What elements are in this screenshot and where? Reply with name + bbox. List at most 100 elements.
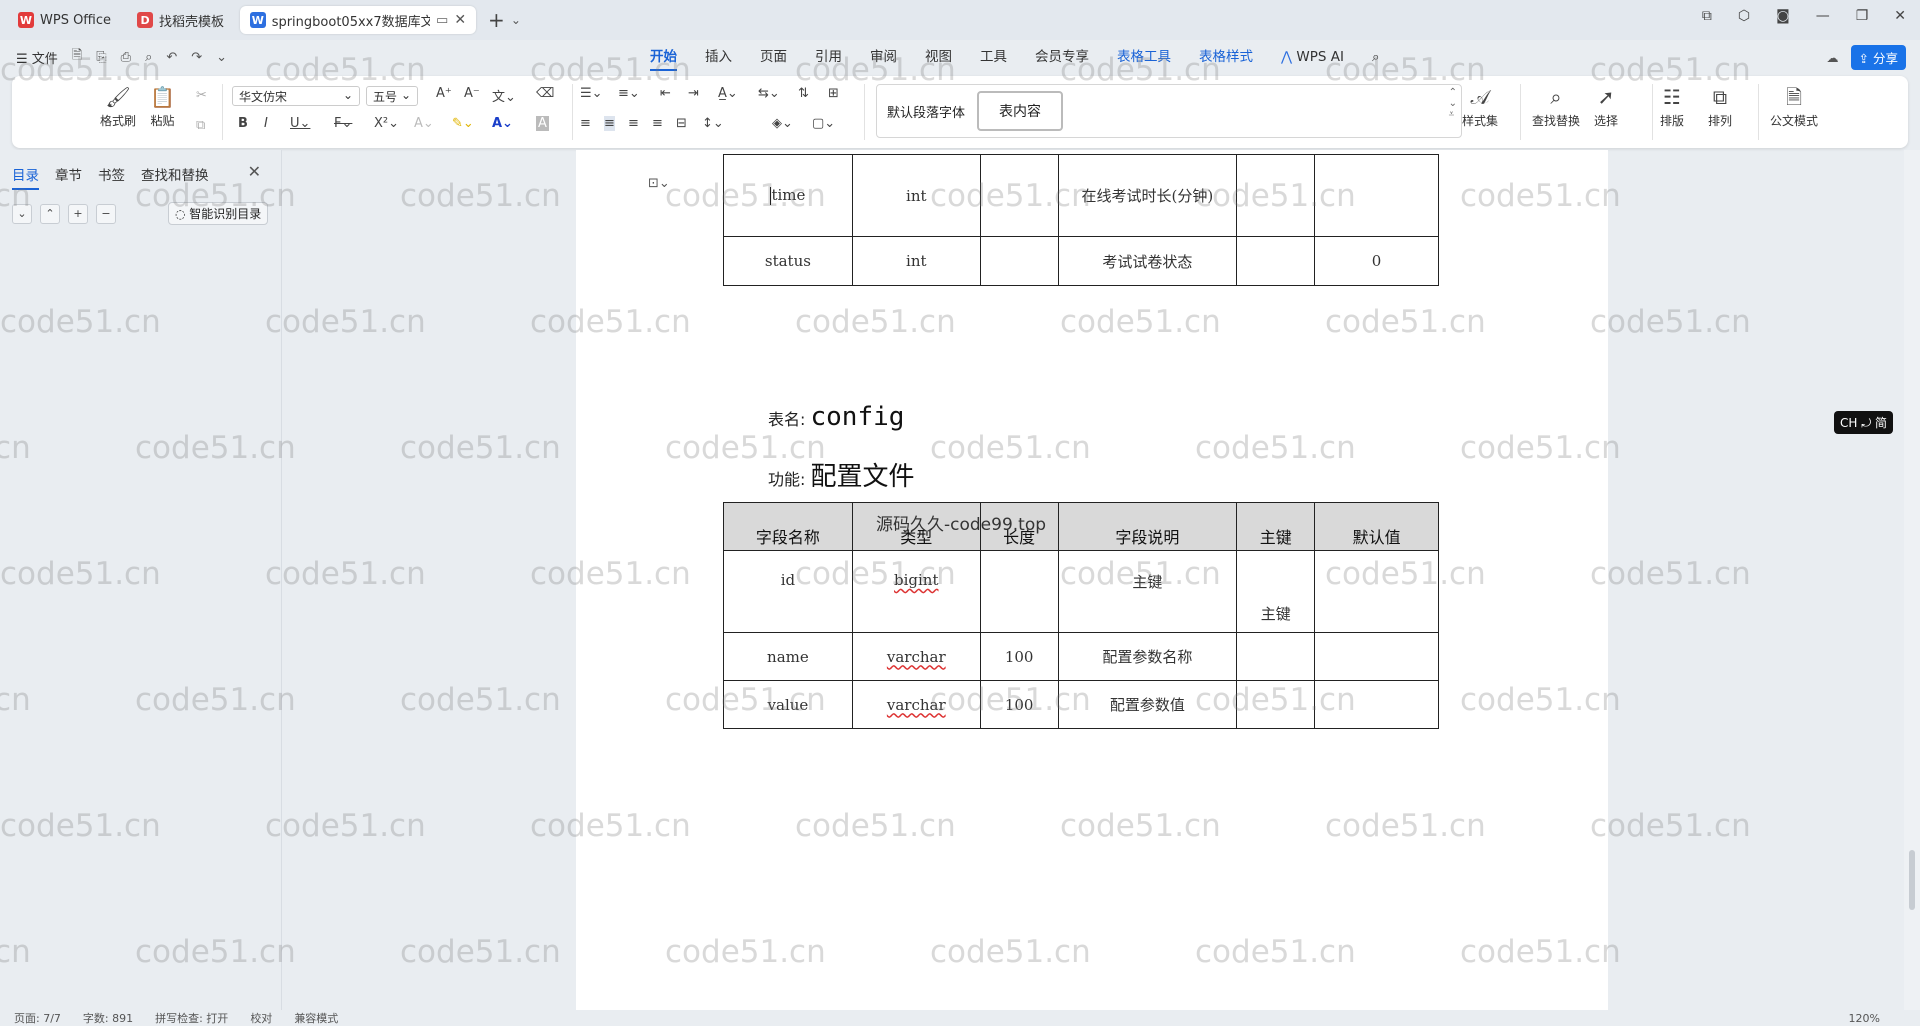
print-preview-icon[interactable]: ⌕: [145, 50, 152, 65]
table-cell[interactable]: [1314, 154, 1439, 237]
border-icon[interactable]: ▢⌄: [812, 116, 835, 131]
align-left-icon[interactable]: ≡: [580, 116, 591, 131]
paste-button[interactable]: 📋 粘贴: [150, 82, 175, 129]
minimize-icon[interactable]: —: [1816, 8, 1830, 24]
table-cell[interactable]: bigint: [851, 550, 981, 633]
tab-review[interactable]: 审阅: [856, 40, 911, 74]
italic-icon[interactable]: I: [264, 116, 268, 131]
table-cell[interactable]: 在线考试时长(分钟): [1057, 154, 1238, 237]
show-marks-icon[interactable]: ⊞: [828, 86, 839, 101]
select-button[interactable]: ➚ 选择: [1594, 82, 1618, 129]
gallery-scroll-icon[interactable]: ⌃ ⌄ ⩡: [1449, 87, 1457, 120]
sort-swap-icon[interactable]: ⇆⌄: [758, 86, 780, 101]
table-cell[interactable]: [1236, 154, 1316, 237]
column-header[interactable]: 默认值: [1314, 502, 1439, 551]
table-cell[interactable]: status: [723, 236, 853, 286]
superscript-icon[interactable]: X²⌄: [374, 116, 399, 131]
tab-member[interactable]: 会员专享: [1021, 40, 1103, 74]
table-cell[interactable]: [979, 236, 1059, 286]
table-cell[interactable]: [979, 154, 1059, 237]
table-cell[interactable]: 考试试卷状态: [1057, 236, 1238, 286]
shrink-font-icon[interactable]: A⁻: [464, 86, 480, 101]
sort-icon[interactable]: ⇅: [798, 86, 809, 101]
word-count[interactable]: 字数: 891: [83, 1010, 133, 1026]
table-cell[interactable]: 配置参数名称: [1057, 632, 1238, 681]
tab-chapter[interactable]: 章节: [55, 164, 82, 190]
column-header[interactable]: 主键: [1236, 502, 1316, 551]
restore-view-icon[interactable]: ⧉: [1702, 8, 1712, 24]
cut-icon[interactable]: ✂: [196, 88, 207, 103]
table-cell[interactable]: [1236, 632, 1316, 681]
table-cell[interactable]: 主键: [1236, 550, 1316, 633]
align-right-icon[interactable]: ≡: [628, 116, 639, 131]
text-direction-icon[interactable]: A̲⌄: [718, 86, 738, 101]
remove-icon[interactable]: −: [96, 203, 116, 224]
table-cell[interactable]: [1314, 680, 1439, 729]
ime-indicator[interactable]: CH ⤾ 简: [1834, 411, 1894, 434]
table-move-handle-icon[interactable]: ⊡⌄: [648, 176, 670, 191]
maximize-icon[interactable]: ❐: [1856, 8, 1869, 24]
column-header[interactable]: 字段名称: [723, 502, 853, 551]
distributed-icon[interactable]: ⊟: [676, 116, 687, 131]
char-shading-icon[interactable]: A: [536, 116, 549, 131]
tab-wps-office[interactable]: W WPS Office: [8, 6, 121, 34]
table-cell[interactable]: time: [723, 154, 853, 237]
quick-access-chevron-icon[interactable]: ⌄: [216, 50, 227, 65]
tab-template[interactable]: D 找稻壳模板: [127, 6, 234, 34]
file-menu[interactable]: ☰ 文件: [16, 48, 58, 67]
table-cell[interactable]: 100: [979, 632, 1059, 681]
tab-start[interactable]: 开始: [636, 40, 691, 74]
collapse-icon[interactable]: ⌄: [12, 203, 32, 224]
close-panel-icon[interactable]: ✕: [248, 162, 261, 181]
table-cell[interactable]: [1314, 550, 1439, 633]
table-cell[interactable]: [1236, 236, 1316, 286]
proofread-status[interactable]: 校对: [250, 1010, 272, 1026]
table-cell[interactable]: int: [851, 154, 981, 237]
tab-document[interactable]: W springboot05xx7数据库文 ▭ ✕: [240, 6, 477, 34]
chevron-down-icon[interactable]: ⌄: [511, 13, 521, 27]
find-replace-button[interactable]: ⌕ 查找替换: [1532, 82, 1580, 129]
zoom-level[interactable]: 120%: [1849, 1012, 1880, 1025]
column-header[interactable]: 字段说明: [1057, 502, 1238, 551]
shading-icon[interactable]: ◈⌄: [772, 116, 793, 131]
tab-table-tools[interactable]: 表格工具: [1103, 40, 1185, 74]
close-window-icon[interactable]: ✕: [1894, 8, 1906, 24]
grow-font-icon[interactable]: A⁺: [436, 86, 452, 101]
table-cell[interactable]: id: [723, 550, 853, 633]
bullet-list-icon[interactable]: ☰⌄: [580, 86, 603, 101]
close-tab-icon[interactable]: ✕: [454, 12, 466, 28]
highlight-icon[interactable]: ✎⌄: [452, 116, 474, 131]
redo-icon[interactable]: ↷: [191, 50, 202, 65]
clear-format-icon[interactable]: ⌫: [536, 86, 554, 101]
font-family-select[interactable]: 华文仿宋 ⌄: [232, 86, 360, 106]
official-doc-mode-button[interactable]: 🗎 公文模式: [1770, 82, 1818, 129]
copy-icon[interactable]: ⧉: [196, 118, 205, 133]
tab-reference[interactable]: 引用: [801, 40, 856, 74]
tab-view[interactable]: 视图: [911, 40, 966, 74]
table-cell[interactable]: varchar: [851, 632, 981, 681]
increase-indent-icon[interactable]: ⇥: [688, 86, 699, 101]
strikethrough-icon[interactable]: F⌄: [334, 116, 352, 131]
decrease-indent-icon[interactable]: ⇤: [660, 86, 671, 101]
tab-table-style[interactable]: 表格样式: [1185, 40, 1267, 74]
bold-icon[interactable]: B: [238, 116, 248, 131]
cube-icon[interactable]: ⬡: [1738, 8, 1750, 24]
new-tab-button[interactable]: +: [488, 8, 505, 32]
line-spacing-icon[interactable]: ↕⌄: [702, 116, 724, 131]
justify-icon[interactable]: ≡: [652, 116, 663, 131]
tab-find-replace[interactable]: 查找和替换: [141, 164, 209, 190]
tab-tools[interactable]: 工具: [966, 40, 1021, 74]
print-icon[interactable]: ⎙: [121, 50, 131, 65]
scrollbar-thumb[interactable]: [1909, 850, 1915, 910]
table-cell[interactable]: 主键: [1057, 550, 1238, 633]
table-cell[interactable]: value: [723, 680, 853, 729]
table-cell[interactable]: 配置参数值: [1057, 680, 1238, 729]
page-count[interactable]: 页面: 7/7: [14, 1010, 61, 1026]
format-painter-button[interactable]: 🖌 格式刷: [100, 82, 136, 129]
cloud-upload-icon[interactable]: ☁: [1827, 51, 1839, 65]
tab-insert[interactable]: 插入: [691, 40, 746, 74]
table-cell[interactable]: [979, 550, 1059, 633]
ai-toc-button[interactable]: ◌ 智能识别目录: [168, 202, 269, 225]
avatar[interactable]: ◙: [1776, 8, 1790, 24]
table-cell[interactable]: [1236, 680, 1316, 729]
